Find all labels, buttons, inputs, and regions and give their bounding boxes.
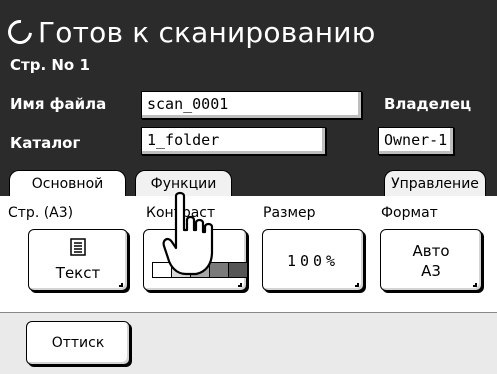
catalog-label: Каталог [10,134,81,152]
format-label: Формат [381,205,438,221]
button-corner-icon [473,283,477,287]
format-mode: Авто [412,242,450,260]
page-number: Стр. No 1 [10,56,90,74]
tab-management[interactable]: Управление [384,170,486,196]
proof-button[interactable]: Оттиск [26,321,130,365]
text-mode-label: Текст [55,264,101,282]
tab-basic[interactable]: Основной [9,170,126,196]
text-mode-button[interactable]: Текст [28,229,128,291]
owner-label: Владелец [384,95,472,113]
button-corner-icon [119,283,123,287]
format-size: A3 [421,262,441,280]
contrast-button[interactable] [143,229,248,291]
contrast-level [191,263,210,277]
size-value: 100% [286,252,340,270]
tab-functions[interactable]: Функции [135,170,232,196]
format-button[interactable]: Авто A3 [380,229,482,291]
button-corner-icon [238,283,242,287]
scanner-ready-icon [3,15,37,49]
status-header: Готов к сканированию Стр. No 1 Имя файла… [0,0,497,196]
contrast-level [210,263,229,277]
catalog-field[interactable]: 1_folder [141,127,326,155]
title-text: Готов к сканированию [38,15,376,49]
page-size-label: Стр. (A3) [8,205,74,221]
owner-field[interactable]: Owner-1 [378,127,454,155]
settings-panel: Стр. (A3) Контраст Размер Формат Текст 1… [0,196,497,312]
contrast-label: Контраст [146,205,216,221]
size-button[interactable]: 100% [262,229,364,291]
filename-field[interactable]: scan_0001 [141,91,362,119]
contrast-level [229,263,247,277]
page-title: Готов к сканированию [3,14,376,50]
contrast-level [172,263,191,277]
bottom-bar: Оттиск [0,312,497,374]
document-text-icon [70,238,86,256]
button-corner-icon [355,283,359,287]
proof-label: Оттиск [51,335,105,351]
contrast-scale [152,262,248,278]
filename-label: Имя файла [10,95,107,113]
contrast-level [153,263,172,277]
scanner-screen: Готов к сканированию Стр. No 1 Имя файла… [0,0,497,374]
size-label: Размер [263,205,316,221]
